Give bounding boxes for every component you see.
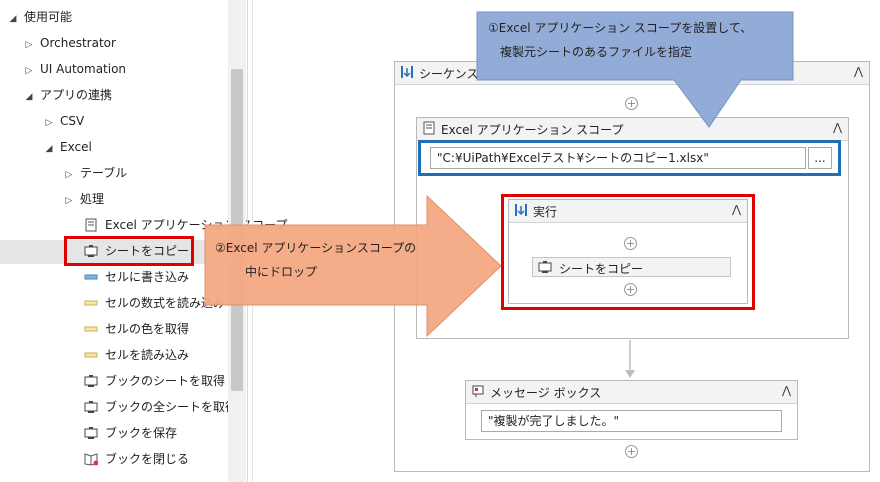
flow-connector-arrow: [625, 340, 635, 378]
activity-get-sheet[interactable]: ブックのシートを取得: [84, 370, 225, 392]
tree-item-label: セルを読み込み: [105, 348, 190, 362]
read-formula-icon: [84, 296, 100, 310]
activity-get-cell-color[interactable]: セルの色を取得: [84, 318, 189, 340]
collapsed-arrow-icon[interactable]: ▷: [64, 164, 74, 186]
tree-item-table[interactable]: ▷ テーブル: [64, 162, 128, 186]
collapse-icon[interactable]: ⋀: [833, 121, 842, 134]
collapsed-arrow-icon[interactable]: ▷: [64, 190, 74, 212]
tree-item-app-integration[interactable]: ◢ アプリの連携: [24, 84, 112, 106]
get-sheet-icon: [84, 374, 100, 388]
tree-item-excel[interactable]: ◢ Excel: [44, 136, 92, 158]
tree-item-label: ブックを保存: [105, 426, 178, 440]
tree-item-label: ブックを閉じる: [105, 452, 190, 466]
write-cell-icon: [84, 270, 100, 284]
activity-save-book[interactable]: ブックを保存: [84, 422, 177, 444]
message-box-icon: [471, 384, 485, 401]
tree-item-ui-automation[interactable]: ▷ UI Automation: [24, 58, 127, 82]
activity-write-cell[interactable]: セルに書き込み: [84, 266, 189, 288]
callout-2-line-1: ②Excel アプリケーションスコープの: [215, 241, 417, 255]
tree-item-label: ブックのシートを取得: [105, 374, 226, 388]
tree-item-label: UI Automation: [40, 62, 127, 76]
tree-item-available[interactable]: ◢ 使用可能: [8, 6, 72, 28]
close-book-icon: [84, 452, 100, 466]
collapsed-arrow-icon[interactable]: ▷: [44, 112, 54, 134]
tree-item-label: セルに書き込み: [105, 270, 190, 284]
highlight-box-path: [418, 140, 841, 176]
message-box-title: メッセージ ボックス: [490, 386, 602, 400]
tree-item-label: テーブル: [80, 166, 128, 180]
tree-item-csv[interactable]: ▷ CSV: [44, 110, 85, 134]
tree-item-process[interactable]: ▷ 処理: [64, 188, 104, 210]
sequence-icon: [400, 65, 414, 82]
get-all-sheets-icon: [84, 400, 100, 414]
excel-scope-icon: [84, 218, 100, 232]
callout-2-line-2: 中にドロップ: [245, 265, 318, 279]
callout-1-line-1: ①Excel アプリケーション スコープを設置して、: [488, 21, 753, 35]
tree-item-label: CSV: [60, 114, 85, 128]
tree-item-label: 処理: [80, 192, 105, 206]
tree-item-label: Orchestrator: [40, 36, 116, 50]
save-book-icon: [84, 426, 100, 440]
add-activity-plus-icon[interactable]: +: [625, 445, 638, 458]
expanded-arrow-icon[interactable]: ◢: [8, 8, 18, 30]
collapse-icon[interactable]: ⋀: [854, 65, 863, 78]
callout-1-line-2: 複製元シートのあるファイルを指定: [500, 45, 693, 59]
tree-item-label: 使用可能: [24, 10, 73, 24]
collapsed-arrow-icon[interactable]: ▷: [24, 60, 34, 82]
read-cell-icon: [84, 348, 100, 362]
message-text-field[interactable]: "複製が完了しました。": [481, 410, 782, 432]
tree-item-label: セルの色を取得: [105, 322, 190, 336]
highlight-box-execute: [501, 194, 755, 310]
activity-get-all-sheets[interactable]: ブックの全シートを取得: [84, 396, 237, 418]
get-color-icon: [84, 322, 100, 336]
highlight-box-copy-sheet: [64, 236, 194, 266]
activity-close-book[interactable]: ブックを閉じる: [84, 448, 189, 470]
tree-item-label: アプリの連携: [40, 88, 113, 102]
expanded-arrow-icon[interactable]: ◢: [44, 138, 54, 160]
sequence-title: シーケンス: [419, 67, 479, 81]
collapse-icon[interactable]: ⋀: [782, 384, 791, 397]
activity-read-cell[interactable]: セルを読み込み: [84, 344, 189, 366]
tree-item-label: ブックの全シートを取得: [105, 400, 238, 414]
tree-item-label: Excel: [60, 140, 92, 154]
collapsed-arrow-icon[interactable]: ▷: [24, 34, 34, 56]
expanded-arrow-icon[interactable]: ◢: [24, 86, 34, 108]
tree-item-orchestrator[interactable]: ▷ Orchestrator: [24, 32, 116, 54]
excel-scope-icon: [422, 121, 436, 138]
